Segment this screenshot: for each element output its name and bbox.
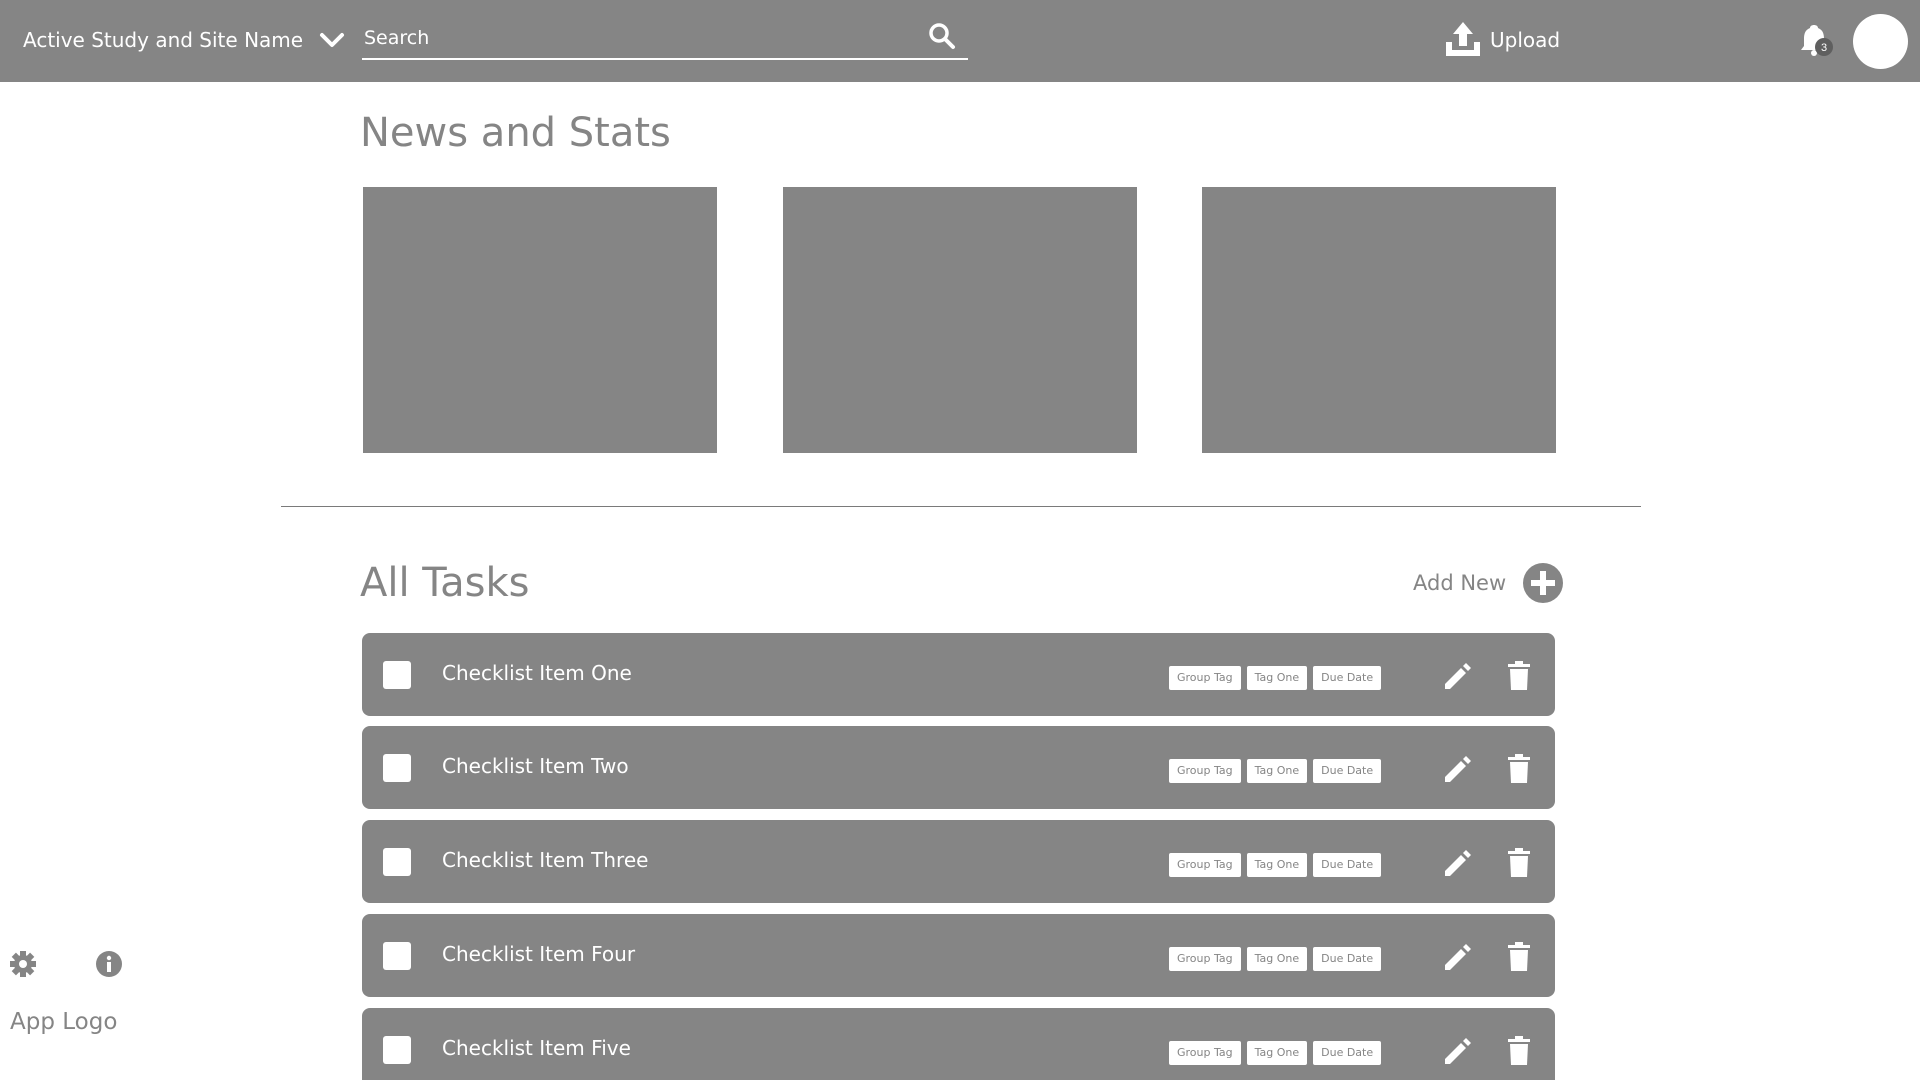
study-site-name: Active Study and Site Name [23, 28, 304, 52]
task-row: Checklist Item Five Group Tag Tag One Du… [362, 1008, 1555, 1080]
task-tags: Group Tag Tag One Due Date [1169, 1041, 1387, 1065]
pencil-icon[interactable] [1442, 1036, 1472, 1066]
stat-card [363, 187, 717, 453]
section-divider [281, 506, 1641, 507]
all-tasks-title: All Tasks [360, 560, 530, 606]
task-label: Checklist Item Four [442, 942, 636, 966]
add-new-label: Add New [1413, 571, 1507, 595]
task-tags: Group Tag Tag One Due Date [1169, 666, 1387, 690]
stat-card [783, 187, 1137, 453]
task-checkbox[interactable] [383, 754, 411, 782]
task-checkbox[interactable] [383, 661, 411, 689]
top-bar: Active Study and Site Name Upload 3 [0, 0, 1920, 82]
trash-icon[interactable] [1507, 754, 1531, 784]
task-row: Checklist Item Four Group Tag Tag One Du… [362, 914, 1555, 997]
task-label: Checklist Item One [442, 661, 632, 685]
tag-one[interactable]: Tag One [1246, 666, 1308, 690]
upload-label: Upload [1490, 28, 1561, 52]
task-label: Checklist Item Three [442, 848, 649, 872]
group-tag[interactable]: Group Tag [1169, 759, 1241, 783]
due-date-tag[interactable]: Due Date [1313, 759, 1382, 783]
tag-one[interactable]: Tag One [1246, 759, 1308, 783]
add-new-button[interactable]: Add New [1413, 562, 1564, 604]
task-row: Checklist Item Three Group Tag Tag One D… [362, 820, 1555, 903]
upload-button[interactable]: Upload [1444, 20, 1560, 60]
tag-one[interactable]: Tag One [1246, 853, 1308, 877]
due-date-tag[interactable]: Due Date [1313, 947, 1382, 971]
chevron-down-icon [320, 33, 345, 47]
pencil-icon[interactable] [1442, 942, 1472, 972]
due-date-tag[interactable]: Due Date [1313, 853, 1382, 877]
gear-icon[interactable] [9, 950, 37, 978]
search-box [362, 18, 968, 60]
task-tags: Group Tag Tag One Due Date [1169, 947, 1387, 971]
tag-one[interactable]: Tag One [1246, 1041, 1308, 1065]
group-tag[interactable]: Group Tag [1169, 666, 1241, 690]
group-tag[interactable]: Group Tag [1169, 947, 1241, 971]
plus-circle-icon [1523, 563, 1564, 603]
tag-one[interactable]: Tag One [1246, 947, 1308, 971]
news-stats-title: News and Stats [360, 110, 671, 156]
group-tag[interactable]: Group Tag [1169, 853, 1241, 877]
due-date-tag[interactable]: Due Date [1313, 666, 1382, 690]
info-icon[interactable] [95, 950, 123, 978]
search-icon[interactable] [928, 22, 956, 50]
task-label: Checklist Item Two [442, 754, 629, 778]
search-input[interactable] [362, 18, 926, 58]
pencil-icon[interactable] [1442, 754, 1472, 784]
task-checkbox[interactable] [383, 942, 411, 970]
task-tags: Group Tag Tag One Due Date [1169, 853, 1387, 877]
due-date-tag[interactable]: Due Date [1313, 1041, 1382, 1065]
task-label: Checklist Item Five [442, 1036, 631, 1060]
notification-count: 3 [1821, 42, 1827, 54]
pencil-icon[interactable] [1442, 848, 1472, 878]
task-row: Checklist Item Two Group Tag Tag One Due… [362, 726, 1555, 809]
trash-icon[interactable] [1507, 1036, 1531, 1066]
trash-icon[interactable] [1507, 848, 1531, 878]
pencil-icon[interactable] [1442, 661, 1472, 691]
study-site-selector[interactable]: Active Study and Site Name [23, 28, 345, 52]
trash-icon[interactable] [1507, 942, 1531, 972]
task-tags: Group Tag Tag One Due Date [1169, 759, 1387, 783]
stat-card [1202, 187, 1556, 453]
trash-icon[interactable] [1507, 661, 1531, 691]
bell-icon[interactable]: 3 [1796, 20, 1836, 60]
task-checkbox[interactable] [383, 1036, 411, 1064]
avatar[interactable] [1853, 14, 1908, 69]
app-logo: App Logo [10, 1009, 118, 1035]
task-row: Checklist Item One Group Tag Tag One Due… [362, 633, 1555, 716]
upload-icon [1446, 22, 1480, 56]
task-checkbox[interactable] [383, 848, 411, 876]
group-tag[interactable]: Group Tag [1169, 1041, 1241, 1065]
